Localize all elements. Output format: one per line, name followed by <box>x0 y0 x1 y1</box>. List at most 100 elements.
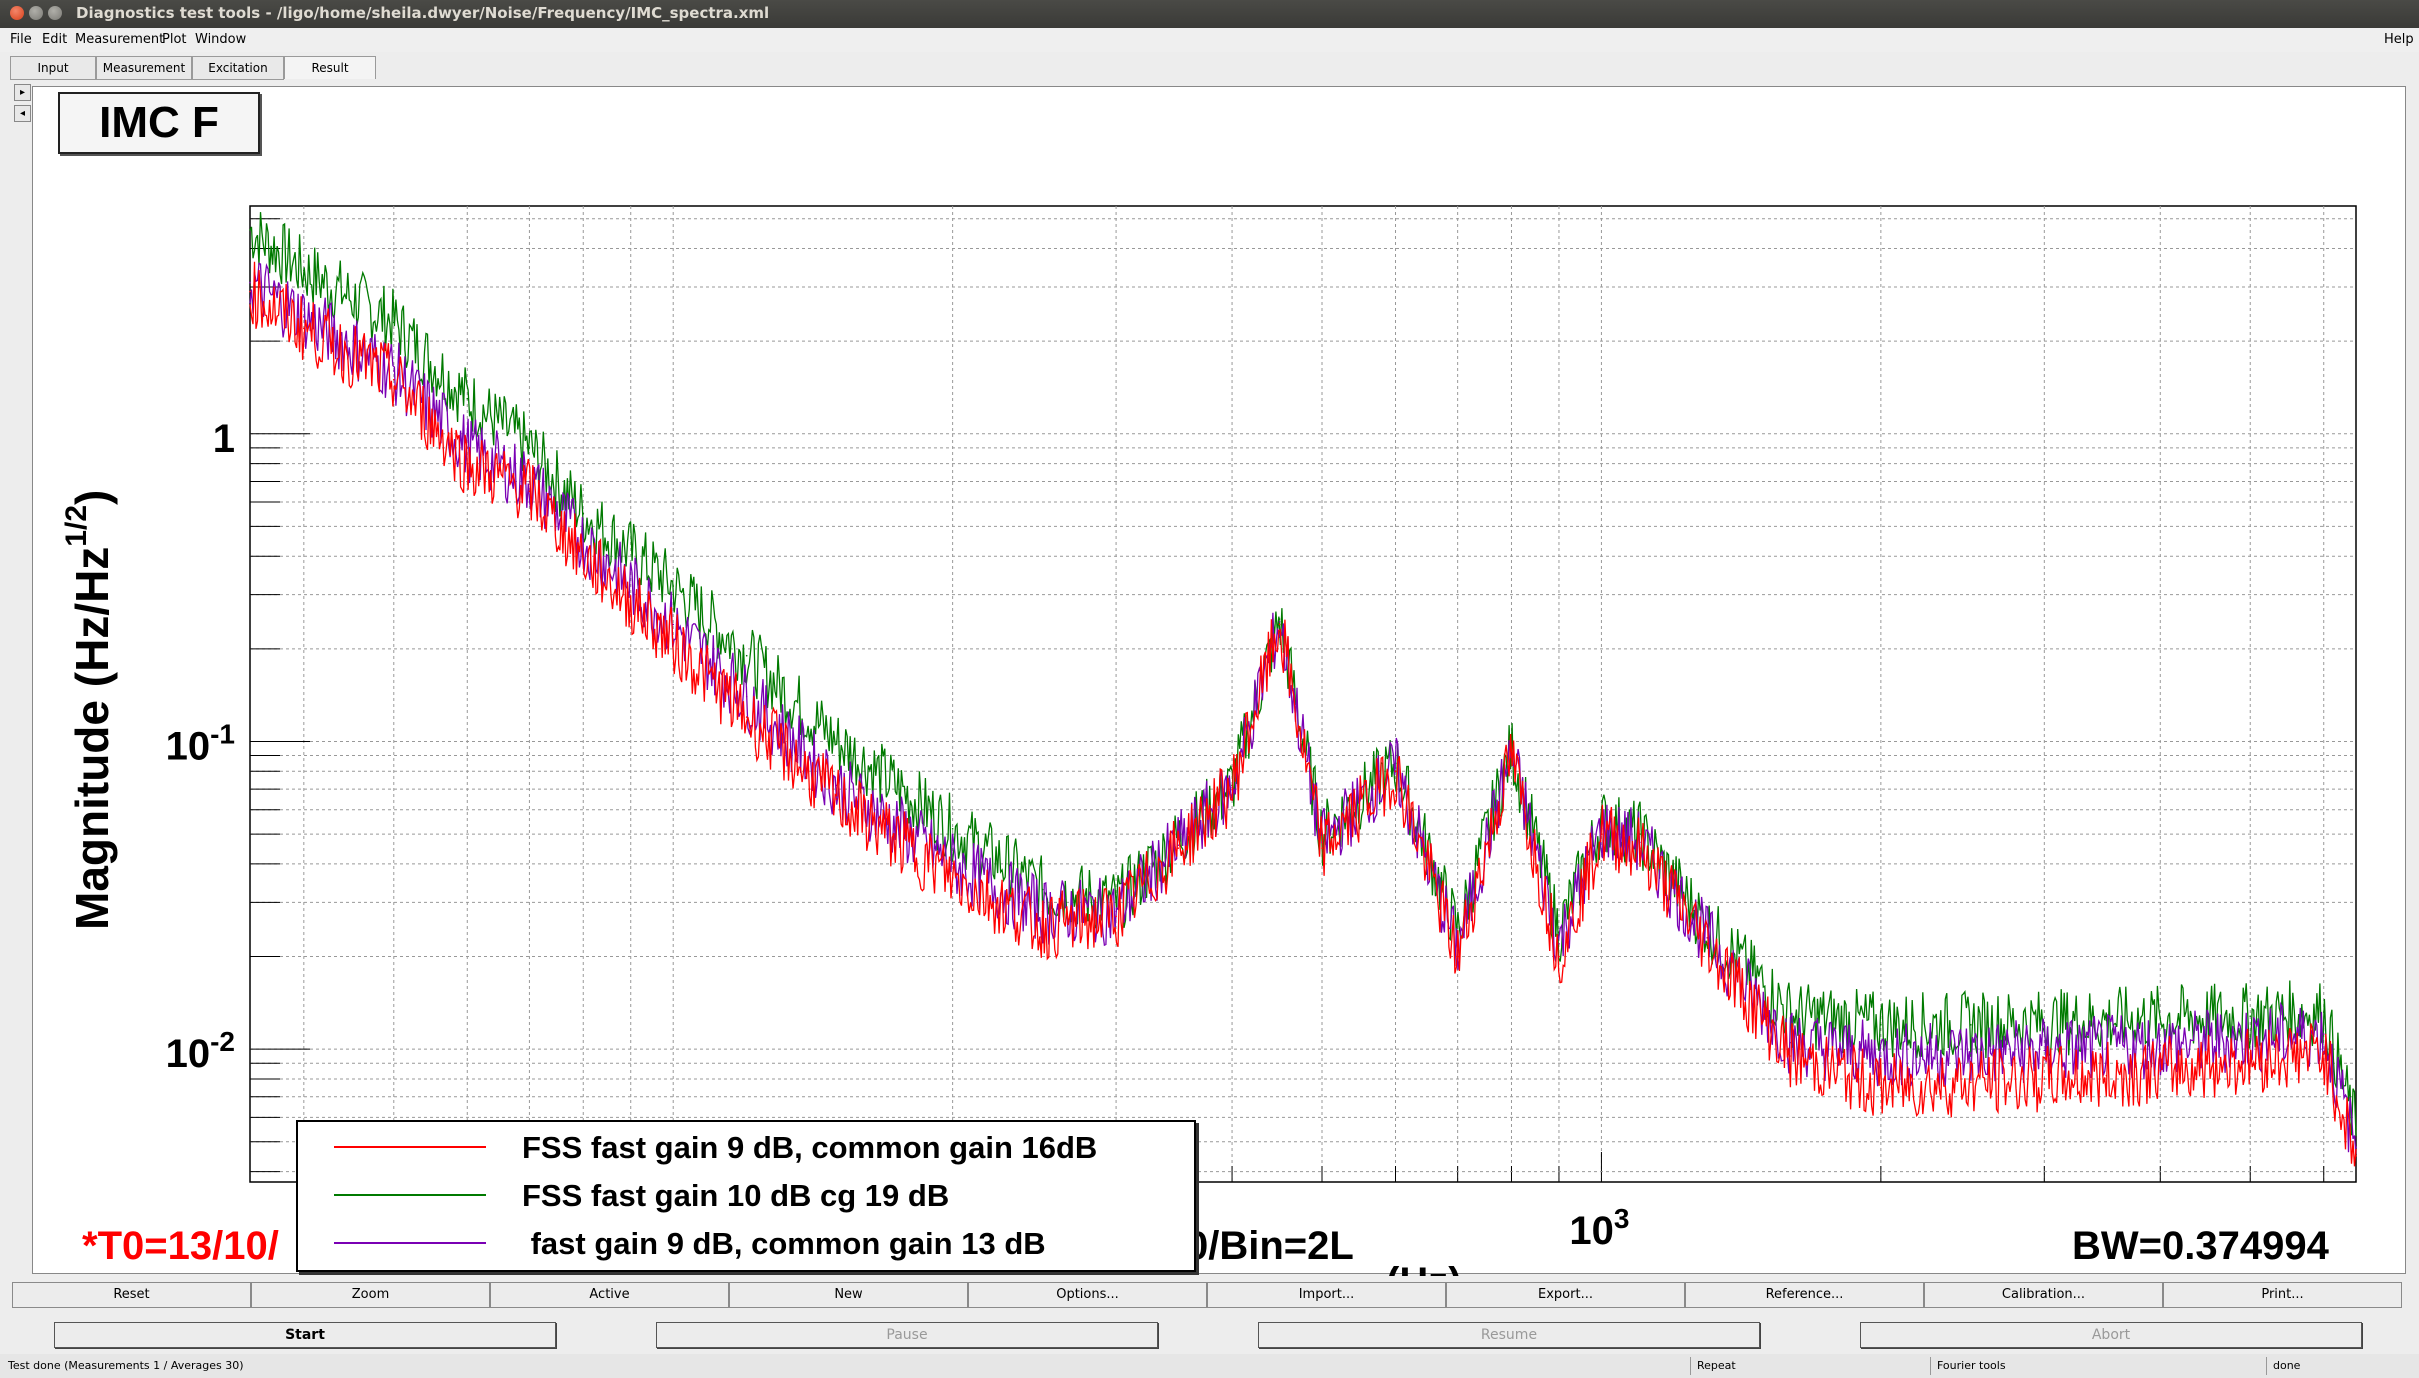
data-point <box>249 290 251 293</box>
data-point <box>1880 1055 1882 1057</box>
data-point <box>1231 788 1233 790</box>
bandwidth-label: BW=0.374994 <box>2072 1224 2329 1268</box>
legend-label: fast gain 9 dB, common gain 13 dB <box>522 1226 1046 1261</box>
x-tick-labels: 103 <box>1569 1203 1629 1253</box>
data-point <box>528 447 531 449</box>
y-axis-label-close: ) <box>66 490 118 505</box>
data-point <box>1394 767 1397 769</box>
data-point <box>745 716 748 718</box>
data-point <box>1177 847 1180 849</box>
data-point <box>672 585 675 587</box>
data-point <box>951 828 954 830</box>
data-point <box>1321 847 1323 849</box>
data-point <box>582 555 585 558</box>
status-bar: Test done (Measurements 1 / Averages 30)… <box>0 1354 2419 1378</box>
data-point <box>1115 915 1117 918</box>
options-button[interactable]: Options... <box>968 1282 1207 1308</box>
series-line-1 <box>249 212 2357 1137</box>
abort-button[interactable]: Abort <box>1860 1322 2362 1348</box>
data-point <box>1041 888 1044 891</box>
pause-button[interactable]: Pause <box>656 1322 1158 1348</box>
data-point <box>1394 770 1397 773</box>
y-axis-label-main: Magnitude (Hz/Hz <box>66 547 118 930</box>
data-point <box>392 378 395 381</box>
calibration-button[interactable]: Calibration... <box>1924 1282 2163 1308</box>
data-point <box>2249 1059 2252 1062</box>
start-button[interactable]: Start <box>54 1322 556 1348</box>
legend-label: FSS fast gain 10 dB cg 19 dB <box>522 1178 950 1213</box>
data-point <box>1278 623 1281 626</box>
y-tick-label: 1 <box>213 417 235 461</box>
data-point <box>2322 1011 2325 1013</box>
data-point <box>835 740 838 743</box>
data-point <box>1115 910 1117 913</box>
data-point <box>2043 1078 2046 1080</box>
data-point <box>392 321 395 324</box>
data-point <box>466 397 469 400</box>
data-point <box>2249 1015 2252 1017</box>
data-point <box>2355 1146 2357 1149</box>
y-axis-label-sup: 1/2 <box>60 505 93 547</box>
data-point <box>1456 955 1459 958</box>
data-point <box>2105 1074 2108 1077</box>
data-point <box>582 512 585 515</box>
legend-swatch <box>334 1242 486 1244</box>
data-point <box>1880 1086 1882 1089</box>
legend-entry: FSS fast gain 9 dB, common gain 16dB <box>298 1124 1194 1172</box>
data-point <box>392 370 395 372</box>
data-point <box>745 695 748 698</box>
data-point <box>672 641 675 644</box>
import-button[interactable]: Import... <box>1207 1282 1446 1308</box>
legend-entry: fast gain 9 dB, common gain 13 dB <box>298 1220 1194 1268</box>
data-point <box>1970 1081 1972 1084</box>
data-point <box>249 229 251 231</box>
data-point <box>1278 618 1281 620</box>
data-point <box>303 316 305 318</box>
status-repeat: Repeat <box>1690 1357 1736 1375</box>
traces <box>249 212 2357 1167</box>
data-point <box>2355 1128 2357 1130</box>
data-point <box>2159 1044 2162 1046</box>
data-point <box>1790 1055 1792 1057</box>
data-point <box>303 327 305 330</box>
active-button[interactable]: Active <box>490 1282 729 1308</box>
legend[interactable]: FSS fast gain 9 dB, common gain 16dB FSS… <box>296 1120 1196 1272</box>
plot-toolbar: Reset Zoom Active New Options... Import.… <box>12 1282 2407 1308</box>
y-tick-labels: 10-2 10-1 1 <box>166 417 235 1076</box>
t0-label: *T0=13/10/ <box>82 1224 279 1268</box>
print-button[interactable]: Print... <box>2163 1282 2402 1308</box>
reset-button[interactable]: Reset <box>12 1282 251 1308</box>
data-point <box>2043 1049 2046 1052</box>
reference-button[interactable]: Reference... <box>1685 1282 1924 1308</box>
data-point <box>528 490 531 493</box>
data-point <box>835 798 838 800</box>
legend-swatch <box>334 1146 486 1148</box>
data-point <box>303 269 305 272</box>
status-message: Test done (Measurements 1 / Averages 30) <box>8 1359 244 1372</box>
y-axis-label: Magnitude (Hz/Hz1/2) <box>60 490 118 930</box>
data-point <box>466 462 469 465</box>
x-axis-label: (Hz) <box>1386 1262 1462 1276</box>
legend-swatch <box>334 1194 486 1196</box>
plot-title: IMC F <box>58 92 260 154</box>
data-point <box>745 654 748 657</box>
data-point <box>2322 1051 2325 1053</box>
svg-text:Magnitude (Hz/Hz1/2): Magnitude (Hz/Hz1/2) <box>60 490 118 930</box>
data-point <box>1278 620 1281 623</box>
new-button[interactable]: New <box>729 1282 968 1308</box>
data-point <box>1510 754 1513 757</box>
data-point <box>1880 1023 1882 1026</box>
status-fourier-tools: Fourier tools <box>1930 1357 2006 1375</box>
export-button[interactable]: Export... <box>1446 1282 1685 1308</box>
data-point <box>2322 1033 2325 1035</box>
data-point <box>2249 1038 2252 1040</box>
data-point <box>1639 847 1641 849</box>
resume-button[interactable]: Resume <box>1258 1322 1760 1348</box>
y-tick-label: 10-2 <box>166 1026 235 1076</box>
data-point <box>2355 1155 2357 1157</box>
data-point <box>1706 942 1708 945</box>
data-point <box>2159 1017 2162 1020</box>
run-controls: Start Pause Resume Abort <box>12 1322 2407 1350</box>
legend-entry: FSS fast gain 10 dB cg 19 dB <box>298 1172 1194 1220</box>
zoom-button[interactable]: Zoom <box>251 1282 490 1308</box>
